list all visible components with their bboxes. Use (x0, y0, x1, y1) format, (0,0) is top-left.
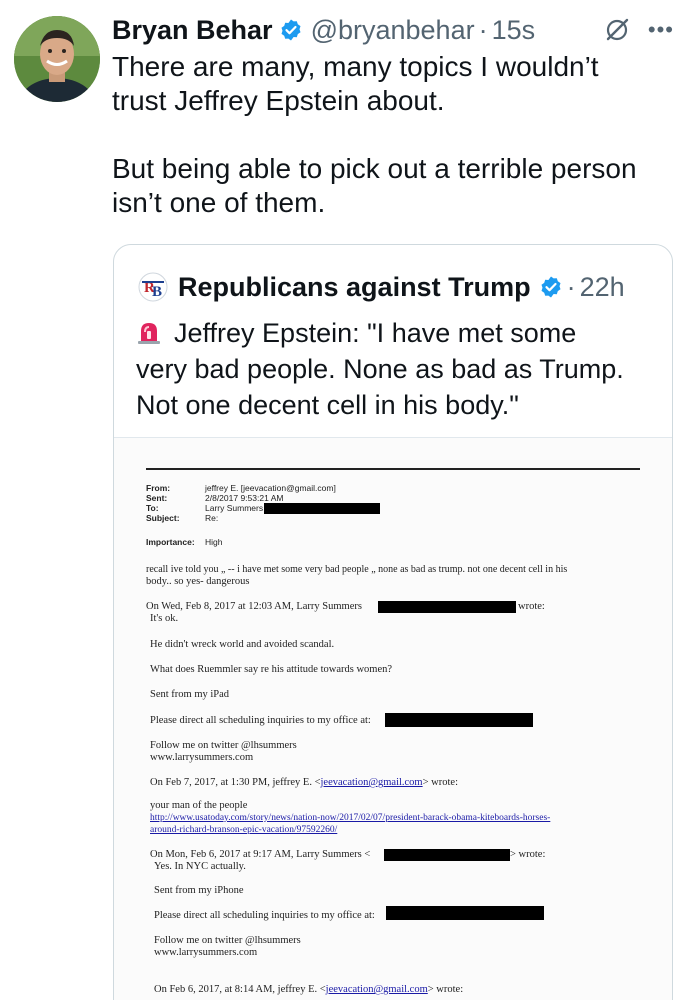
redaction-bar (384, 849, 510, 861)
quoted-tweet-text: Jeffrey Epstein: "I have met some very b… (136, 315, 656, 423)
verified-badge-icon[interactable] (279, 18, 303, 42)
email-body-line: On Mon, Feb 6, 2017 at 9:17 AM, Larry Su… (150, 849, 371, 860)
author-handle[interactable]: @bryanbehar (311, 15, 475, 46)
avatar-photo (14, 16, 100, 102)
email-body-line: your man of the people (150, 800, 248, 811)
quoted-author-name[interactable]: Republicans against Trump (178, 272, 531, 303)
quoted-tweet-line: Jeffrey Epstein: "I have met some (136, 315, 656, 351)
email-body-line: On Feb 6, 2017, at 8:14 AM, jeffrey E. <… (154, 984, 464, 995)
more-icon[interactable]: ••• (648, 17, 674, 43)
email-body-line: Follow me on twitter @lhsummers (150, 740, 297, 751)
tweet-line: isn’t one of them. (112, 187, 326, 218)
email-body-line: What does Ruemmler say re his attitude t… (150, 664, 393, 675)
quoted-tweet-time[interactable]: 22h (580, 272, 625, 303)
attached-email-image[interactable]: From: jeffrey E. [jeevacation@gmail.com] … (114, 437, 672, 1000)
email-body-line: Please direct all scheduling inquiries t… (154, 910, 375, 921)
email-link[interactable]: jeevacation@gmail.com (326, 984, 428, 995)
quoted-tweet-line: Not one decent cell in his body." (136, 390, 519, 420)
redaction-bar (378, 601, 516, 613)
rb-logo-icon: R B (136, 272, 170, 302)
redaction-bar (385, 713, 533, 727)
tweet-line: trust Jeffrey Epstein about. (112, 85, 445, 116)
verified-badge-icon[interactable] (539, 275, 563, 299)
email-body-line: body.. so yes- dangerous (146, 576, 250, 587)
avatar[interactable] (14, 16, 100, 102)
email-body-line: Please direct all scheduling inquiries t… (150, 715, 371, 726)
email-link[interactable]: http://www.usatoday.com/story/news/natio… (150, 812, 550, 824)
email-body-line: recall ive told you „ -- i have met some… (146, 564, 568, 575)
email-body-line: On Wed, Feb 8, 2017 at 12:03 AM, Larry S… (146, 601, 362, 612)
quoted-tweet-card[interactable]: R B Republicans against Trump · 22h Jeff… (113, 244, 673, 1000)
quoted-tweet-header: R B Republicans against Trump · 22h (136, 271, 625, 303)
divider (146, 468, 640, 470)
redaction-bar (264, 503, 380, 514)
grok-icon[interactable] (604, 17, 630, 43)
header-actions: ••• (604, 17, 674, 43)
tweet-text: There are many, many topics I wouldn’t t… (112, 50, 664, 220)
separator-dot: · (478, 14, 488, 45)
email-body-line: Yes. In NYC actually. (154, 861, 246, 872)
email-body-line: On Feb 7, 2017, at 1:30 PM, jeffrey E. <… (150, 777, 458, 788)
email-body-line: Sent from my iPad (150, 689, 230, 700)
tweet-header: Bryan Behar @bryanbehar · 15s ••• (112, 12, 674, 48)
email-body-line: www.larrysummers.com (150, 752, 254, 763)
svg-text:B: B (152, 284, 162, 300)
email-link[interactable]: jeevacation@gmail.com (321, 777, 423, 788)
separator-dot: · (566, 271, 576, 302)
tweet-line: There are many, many topics I wouldn’t (112, 51, 599, 82)
email-body-line: Follow me on twitter @lhsummers (154, 935, 301, 946)
tweet-line: But being able to pick out a terrible pe… (112, 153, 637, 184)
email-body-line: He didn't wreck world and avoided scanda… (150, 639, 335, 650)
tweet-time[interactable]: 15s (492, 15, 536, 46)
quoted-tweet-line: very bad people. None as bad as Trump. (136, 354, 624, 384)
email-body-line: www.larrysummers.com (154, 947, 258, 958)
police-siren-icon (138, 323, 160, 344)
email-body-line: wrote: (518, 601, 545, 612)
email-link[interactable]: around-richard-branson-epic-vacation/975… (150, 824, 337, 836)
email-body-line: > wrote: (510, 849, 546, 860)
email-body-line: It's ok. (150, 613, 179, 624)
redaction-bar (386, 906, 544, 920)
email-body-line: Sent from my iPhone (154, 885, 244, 896)
author-name[interactable]: Bryan Behar (112, 15, 273, 46)
